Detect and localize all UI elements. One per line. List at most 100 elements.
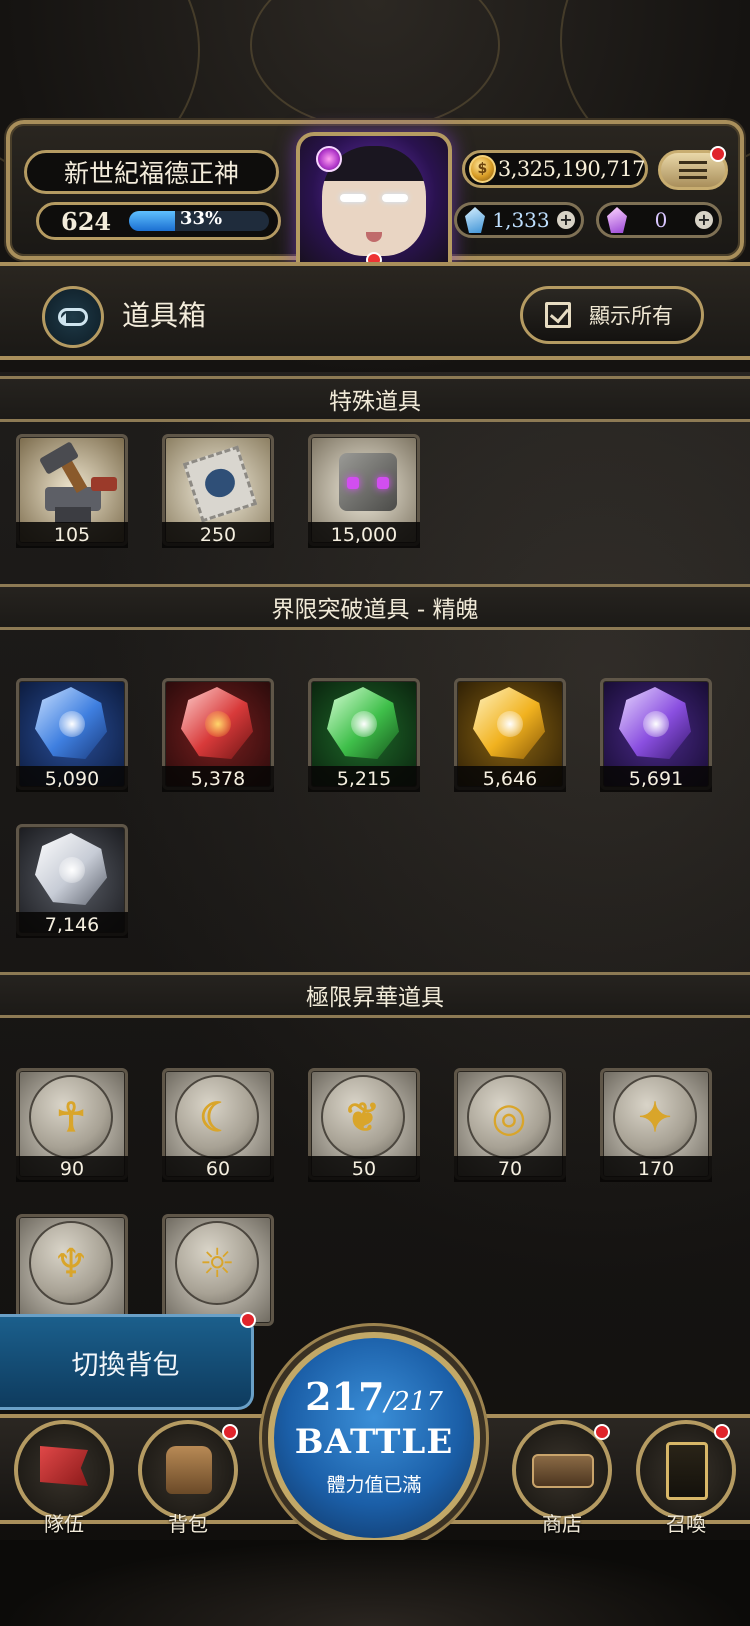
- summon-notification-dot: [714, 1424, 730, 1440]
- inventory-item[interactable]: 5,090: [16, 678, 128, 792]
- wings-rune-icon: ♆: [29, 1221, 113, 1305]
- item-count: 50: [308, 1156, 420, 1182]
- inventory-item[interactable]: ◎ 70: [454, 1068, 566, 1182]
- inventory-item[interactable]: ☥ 90: [16, 1068, 128, 1182]
- purple-gem-counter: 0 +: [596, 202, 722, 238]
- attribute-badge-icon: [316, 146, 342, 172]
- backpack-icon: [166, 1446, 212, 1494]
- gear-rune-icon: ☼: [175, 1221, 259, 1305]
- back-button[interactable]: [42, 286, 104, 348]
- item-count: 5,215: [308, 766, 420, 792]
- player-avatar[interactable]: [296, 132, 452, 280]
- nav-shop-label: 商店: [542, 1512, 582, 1536]
- section-header-special: 特殊道具: [0, 376, 750, 422]
- item-count: 60: [162, 1156, 274, 1182]
- avatar-mouth: [366, 232, 382, 242]
- inventory-item[interactable]: ♆: [16, 1214, 128, 1328]
- star-rune-icon: ✦: [613, 1075, 697, 1159]
- crystal-glow: [59, 857, 85, 883]
- crystal-glow: [205, 711, 231, 737]
- crystal-glow: [643, 711, 669, 737]
- inventory-item[interactable]: ❦ 50: [308, 1068, 420, 1182]
- stamina-display: 217/217: [274, 1374, 474, 1419]
- inventory-item[interactable]: 5,691: [600, 678, 712, 792]
- item-count: 15,000: [308, 522, 420, 548]
- avatar-eye: [382, 194, 408, 202]
- shop-notification-dot: [594, 1424, 610, 1440]
- inventory-item[interactable]: ☾ 60: [162, 1068, 274, 1182]
- inventory-item[interactable]: ☼: [162, 1214, 274, 1328]
- battle-button[interactable]: 217/217 BATTLE 體力值已滿: [268, 1332, 480, 1544]
- add-purple-gems-button[interactable]: +: [695, 211, 713, 229]
- item-count: 5,378: [162, 766, 274, 792]
- switch-bag-button[interactable]: 切換背包: [0, 1314, 254, 1410]
- gold-counter: $ 3,325,190,717: [462, 150, 648, 188]
- blue-gem-amount: 1,333: [492, 208, 550, 232]
- inventory-item[interactable]: 5,378: [162, 678, 274, 792]
- nav-team-button[interactable]: [14, 1420, 114, 1520]
- gold-coin-icon: $: [469, 155, 496, 183]
- crescent-rune-icon: ☾: [175, 1075, 259, 1159]
- blue-gem-counter: 1,333 +: [454, 202, 584, 238]
- crystal-glow: [497, 711, 523, 737]
- nav-bag-label: 背包: [168, 1512, 208, 1536]
- bag-notification-dot: [222, 1424, 238, 1440]
- item-count: 5,090: [16, 766, 128, 792]
- player-level: 624: [61, 207, 112, 236]
- inventory-item[interactable]: 7,146: [16, 824, 128, 938]
- item-frame: ♆: [16, 1214, 128, 1326]
- crystal-glow: [351, 711, 377, 737]
- stamina-status: 體力值已滿: [326, 1474, 422, 1496]
- add-blue-gems-button[interactable]: +: [557, 211, 575, 229]
- hamburger-icon: [679, 161, 707, 179]
- bottom-ornament: [0, 1540, 750, 1626]
- crest-ornament: [250, 0, 500, 130]
- section-header-limit-break: 界限突破道具 - 精魄: [0, 584, 750, 630]
- cube-icon: [319, 443, 409, 521]
- item-frame: ☼: [162, 1214, 274, 1326]
- page-title-bar: 道具箱 顯示所有: [0, 262, 750, 360]
- hammer-anvil-icon: [27, 441, 117, 523]
- blue-gem-icon: [465, 207, 485, 233]
- item-count: 250: [162, 522, 274, 548]
- stamina-max: /217: [384, 1387, 443, 1417]
- show-all-label: 顯示所有: [589, 304, 673, 328]
- inventory-item[interactable]: ✦ 170: [600, 1068, 712, 1182]
- player-name: 新世紀福德正神: [24, 150, 279, 194]
- item-count: 90: [16, 1156, 128, 1182]
- inventory-item[interactable]: 15,000: [308, 434, 420, 548]
- level-bar: 624 33%: [36, 202, 281, 240]
- section-header-ascension: 極限昇華道具: [0, 972, 750, 1018]
- purple-gem-icon: [607, 207, 627, 233]
- inventory-item[interactable]: 5,646: [454, 678, 566, 792]
- item-count: 5,646: [454, 766, 566, 792]
- inventory-item[interactable]: 250: [162, 434, 274, 548]
- switch-bag-notification-dot: [240, 1312, 256, 1328]
- menu-notification-dot: [710, 146, 726, 162]
- shop-sign-icon: [532, 1454, 594, 1488]
- gold-amount: 3,325,190,717: [497, 157, 646, 181]
- back-arrow-icon: [58, 308, 88, 326]
- purple-gem-amount: 0: [654, 208, 668, 232]
- show-all-toggle[interactable]: 顯示所有: [520, 286, 704, 344]
- nav-team-label: 隊伍: [44, 1512, 84, 1536]
- circle-rune-icon: ◎: [467, 1075, 551, 1159]
- summon-card-icon: [666, 1442, 708, 1500]
- ticket-icon: [173, 443, 263, 523]
- nav-summon-label: 召喚: [666, 1512, 706, 1536]
- crystal-glow: [59, 711, 85, 737]
- avatar-eye: [340, 194, 366, 202]
- item-count: 170: [600, 1156, 712, 1182]
- item-count: 70: [454, 1156, 566, 1182]
- inventory-item[interactable]: 5,215: [308, 678, 420, 792]
- flag-icon: [40, 1446, 88, 1486]
- item-count: 5,691: [600, 766, 712, 792]
- battle-label: BATTLE: [294, 1422, 454, 1462]
- stamina-current: 217: [305, 1374, 385, 1419]
- inventory-list[interactable]: 特殊道具 105 250 15,000 界限突破道具 - 精魄 5,090 5,…: [0, 372, 750, 1382]
- leaf-rune-icon: ❦: [321, 1075, 405, 1159]
- checkbox-checked-icon: [545, 302, 571, 328]
- exp-percent: 33%: [179, 208, 223, 229]
- inventory-item[interactable]: 105: [16, 434, 128, 548]
- page-title: 道具箱: [122, 299, 207, 332]
